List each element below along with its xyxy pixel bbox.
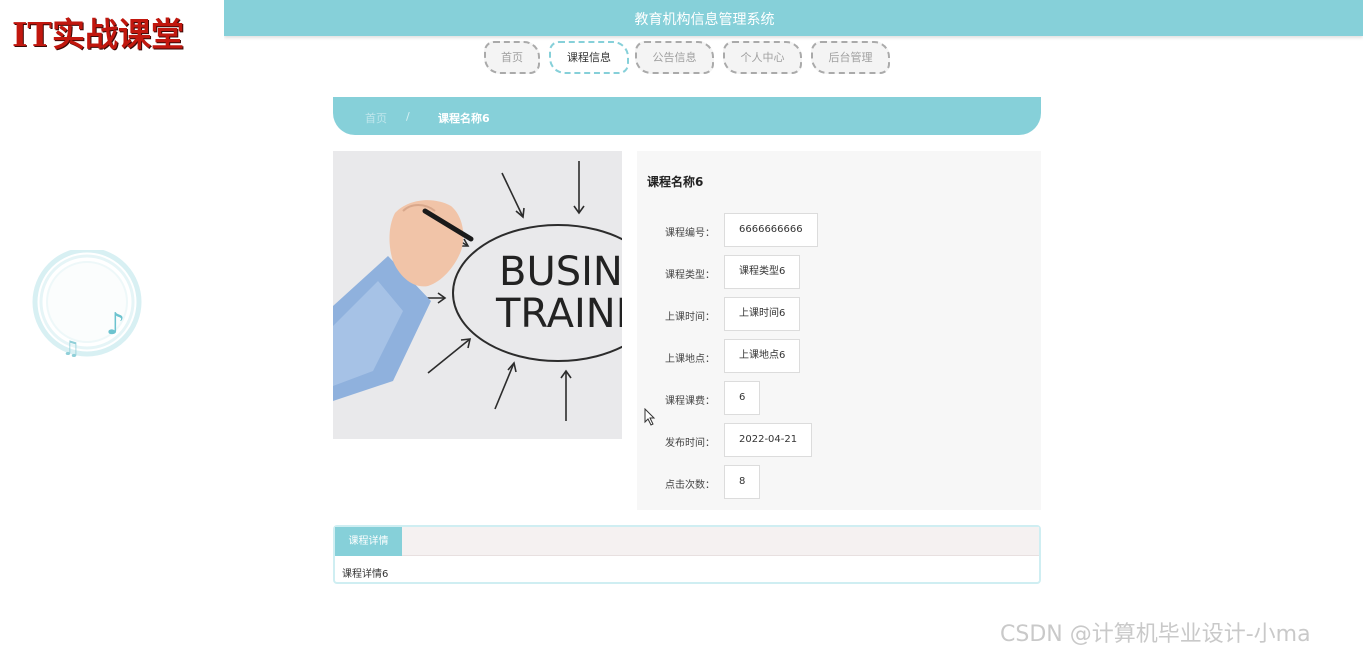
image-text-line-1: BUSINES	[499, 249, 622, 295]
field-value: 2022-04-21	[724, 423, 813, 457]
field-value: 8	[724, 465, 761, 499]
nav-tab-home[interactable]: 首页	[484, 41, 540, 74]
logo-text: IT实战课堂	[12, 15, 184, 54]
top-header-bar: 教育机构信息管理系统	[224, 0, 1363, 36]
music-player-widget[interactable]: ♫ ♪	[28, 247, 146, 360]
course-image: BUSINES TRAININ	[333, 151, 622, 439]
nav-tab-admin[interactable]: 后台管理	[811, 41, 890, 74]
mouse-cursor-icon	[644, 408, 656, 426]
svg-text:♫: ♫	[62, 336, 80, 360]
field-label: 点击次数：	[665, 480, 715, 491]
course-info-panel: 课程名称6 课程编号： 6666666666 课程类型： 课程类型6 上课时间：…	[637, 151, 1041, 510]
svg-text:♪: ♪	[106, 307, 125, 342]
nav-tab-announcements[interactable]: 公告信息	[635, 41, 714, 74]
music-note-icon[interactable]: ♫ ♪	[28, 247, 146, 360]
nav-tab-personal-center[interactable]: 个人中心	[723, 41, 802, 74]
field-label: 上课时间：	[665, 312, 715, 323]
course-name: 课程名称6	[647, 175, 704, 189]
field-label: 课程课费：	[665, 396, 715, 407]
course-details-panel: 课程详情 课程详情6	[333, 525, 1041, 584]
course-details-content: 课程详情6	[342, 569, 389, 580]
site-title: 教育机构信息管理系统	[634, 12, 775, 28]
logo: IT实战课堂	[0, 0, 224, 54]
details-tab-bar: 课程详情	[335, 527, 1039, 556]
image-text-line-2: TRAININ	[495, 291, 622, 337]
business-training-illustration: BUSINES TRAININ	[333, 151, 622, 439]
field-value: 课程类型6	[724, 255, 801, 289]
field-value: 6	[724, 381, 761, 415]
watermark: CSDN @计算机毕业设计-小ma	[1000, 622, 1311, 647]
field-label: 课程类型：	[665, 270, 715, 281]
tab-course-details[interactable]: 课程详情	[335, 527, 402, 556]
nav-tab-course-info[interactable]: 课程信息	[549, 41, 629, 74]
breadcrumb-current: 课程名称6	[438, 112, 490, 125]
page: 教育机构信息管理系统 IT实战课堂 首页 课程信息 公告信息 个人中心 后台管理…	[0, 0, 1363, 654]
field-label: 课程编号：	[665, 228, 715, 239]
breadcrumb: 首页 / 课程名称6	[333, 97, 1041, 135]
field-value: 6666666666	[724, 213, 818, 247]
field-label: 发布时间：	[665, 438, 715, 449]
field-label: 上课地点：	[665, 354, 715, 365]
field-value: 上课时间6	[724, 297, 801, 331]
breadcrumb-separator: /	[406, 110, 410, 123]
field-value: 上课地点6	[724, 339, 801, 373]
breadcrumb-home-link[interactable]: 首页	[365, 110, 387, 126]
